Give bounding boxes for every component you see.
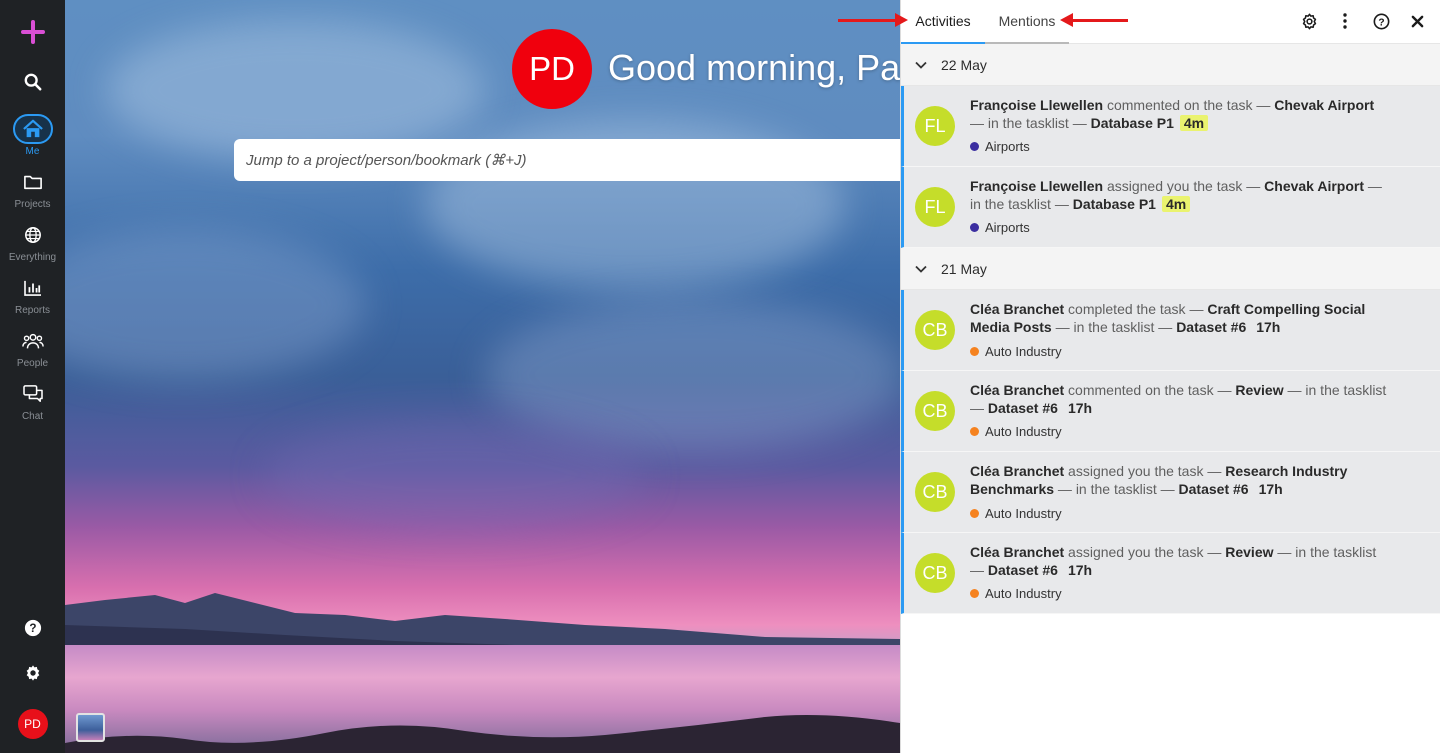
- activity-item[interactable]: CB Cléa Branchet assigned you the task —…: [901, 533, 1440, 614]
- project-color-dot: [970, 347, 979, 356]
- activity-item[interactable]: FL Françoise Llewellen commented on the …: [901, 86, 1440, 167]
- user-avatar[interactable]: PD: [17, 709, 48, 739]
- date-group-header[interactable]: 22 May: [901, 44, 1440, 86]
- left-sidebar: Me Projects Everything Reports People Ch…: [0, 0, 65, 753]
- bar-chart-icon: [13, 273, 53, 303]
- project-tag[interactable]: Auto Industry: [970, 586, 1062, 601]
- sidebar-item-reports[interactable]: Reports: [0, 273, 65, 316]
- avatar: FL: [915, 187, 955, 227]
- sidebar-item-chat[interactable]: Chat: [0, 379, 65, 422]
- time-badge: 17h: [1067, 400, 1093, 416]
- time-badge: 17h: [1256, 319, 1281, 335]
- greeting-text: Good morning, Pau: [608, 47, 900, 88]
- project-tag[interactable]: Auto Industry: [970, 506, 1062, 521]
- activity-item[interactable]: CB Cléa Branchet completed the task — Cr…: [901, 290, 1440, 371]
- date-group-header[interactable]: 21 May: [901, 248, 1440, 290]
- time-badge: 4m: [1161, 196, 1191, 212]
- project-color-dot: [970, 142, 979, 151]
- activity-text: Françoise Llewellen commented on the tas…: [970, 97, 1375, 131]
- avatar: CB: [915, 553, 955, 593]
- date-label: 22 May: [941, 56, 987, 73]
- svg-text:?: ?: [29, 622, 36, 635]
- date-label: 21 May: [941, 260, 987, 277]
- sidebar-item-label: Chat: [21, 411, 44, 422]
- sidebar-item-label: Everything: [8, 252, 57, 263]
- avatar: FL: [915, 106, 955, 146]
- activity-text: Cléa Branchet assigned you the task — Re…: [970, 544, 1377, 578]
- activity-item[interactable]: CB Cléa Branchet commented on the task —…: [901, 371, 1440, 452]
- settings-icon[interactable]: [24, 664, 42, 687]
- panel-header: Activities Mentions ?: [901, 0, 1440, 44]
- activity-text: Cléa Branchet completed the task — Craft…: [970, 301, 1366, 335]
- svg-text:?: ?: [1378, 17, 1384, 28]
- settings-icon[interactable]: [1300, 10, 1318, 32]
- project-tag[interactable]: Airports: [970, 220, 1030, 235]
- search-icon[interactable]: [15, 64, 51, 100]
- avatar: CB: [915, 310, 955, 350]
- activity-text: Cléa Branchet commented on the task — Re…: [970, 382, 1387, 416]
- people-icon: [13, 326, 53, 356]
- more-options-icon[interactable]: [1336, 10, 1354, 32]
- sidebar-item-projects[interactable]: Projects: [0, 167, 65, 210]
- folder-icon: [13, 167, 53, 197]
- avatar: CB: [915, 391, 955, 431]
- sidebar-item-label: Me: [25, 146, 40, 157]
- sidebar-item-people[interactable]: People: [0, 326, 65, 369]
- chevron-down-icon: [915, 61, 929, 69]
- activity-text: Cléa Branchet assigned you the task — Re…: [970, 463, 1348, 497]
- close-icon[interactable]: [1408, 10, 1426, 32]
- tab-mentions[interactable]: Mentions: [985, 0, 1069, 44]
- activity-item[interactable]: FL Françoise Llewellen assigned you the …: [901, 167, 1440, 248]
- avatar: CB: [915, 472, 955, 512]
- time-badge: 4m: [1179, 115, 1209, 131]
- background-image: PD Good morning, Pau Jump to a project/p…: [65, 0, 900, 753]
- sidebar-item-me[interactable]: Me: [0, 114, 65, 157]
- activity-text: Françoise Llewellen assigned you the tas…: [970, 178, 1382, 212]
- project-tag[interactable]: Auto Industry: [970, 344, 1062, 359]
- time-badge: 17h: [1067, 562, 1093, 578]
- chevron-down-icon: [915, 265, 929, 273]
- add-icon[interactable]: [15, 14, 51, 50]
- sidebar-item-label: Reports: [14, 305, 50, 316]
- tab-activities[interactable]: Activities: [901, 0, 985, 44]
- project-color-dot: [970, 589, 979, 598]
- project-tag[interactable]: Airports: [970, 139, 1030, 154]
- activity-panel: Activities Mentions ? 22 May FL François…: [900, 0, 1440, 753]
- project-color-dot: [970, 427, 979, 436]
- project-color-dot: [970, 223, 979, 232]
- sidebar-item-everything[interactable]: Everything: [0, 220, 65, 263]
- home-icon: [12, 114, 53, 144]
- project-color-dot: [970, 509, 979, 518]
- project-tag[interactable]: Auto Industry: [970, 424, 1062, 439]
- sidebar-item-label: Projects: [14, 199, 51, 210]
- greeting-avatar: PD: [512, 29, 592, 109]
- jump-search-input[interactable]: Jump to a project/person/bookmark (⌘+J): [234, 139, 900, 181]
- annotation-arrow-activities: [838, 13, 908, 27]
- help-icon[interactable]: ?: [24, 619, 42, 642]
- chat-icon: [13, 379, 53, 409]
- rocks: [65, 715, 900, 753]
- activity-item[interactable]: CB Cléa Branchet assigned you the task —…: [901, 452, 1440, 533]
- time-badge: 17h: [1258, 481, 1283, 497]
- sidebar-item-label: People: [16, 358, 49, 369]
- help-icon[interactable]: ?: [1372, 10, 1390, 32]
- background-thumbnail[interactable]: [76, 713, 105, 742]
- annotation-arrow-mentions: [1060, 13, 1128, 27]
- globe-icon: [13, 220, 53, 250]
